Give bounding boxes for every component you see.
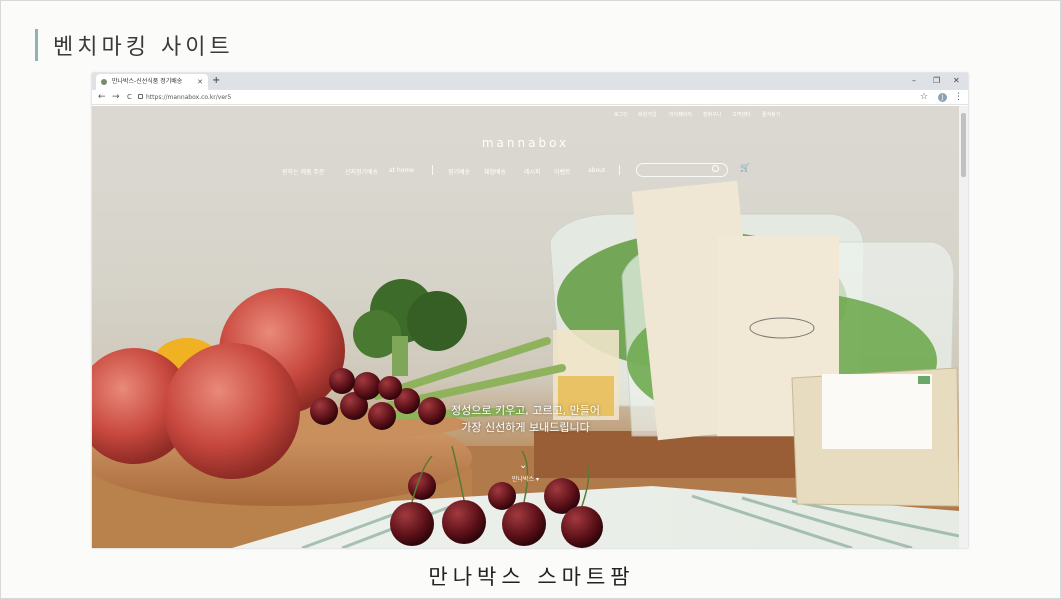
- favicon-icon: [101, 79, 107, 85]
- menu-farm-delivery[interactable]: 산지정기배송: [345, 167, 378, 176]
- title-accent-bar: [35, 29, 38, 61]
- hero-line-2: 가장 신선하게 보내드립니다: [461, 421, 590, 434]
- hero-scroll-label[interactable]: 만나박스 ▾: [92, 474, 959, 483]
- menu-order[interactable]: 원하는 제품 주문: [282, 167, 324, 176]
- util-link-support[interactable]: 고객센터: [732, 111, 750, 118]
- address-toolbar: ← → C https://mannabox.co.kr/ver5 ☆ J ⋮: [92, 90, 968, 105]
- web-page-viewport: 로그인 회원가입 마이페이지 장바구니 고객센터 즐겨찾기 mannabox 원…: [92, 106, 959, 548]
- browser-window: 만나박스-신선식품 정기배송 ✕ + – ❐ ✕ ← → C https://m…: [92, 73, 968, 548]
- presentation-slide: 벤치마킹 사이트 만나박스-신선식품 정기배송 ✕ + – ❐ ✕ ← → C …: [0, 0, 1061, 599]
- tab-title: 만나박스-신선식품 정기배송: [112, 78, 183, 85]
- menu-at-home[interactable]: at home: [389, 167, 414, 174]
- menu-divider: [619, 165, 620, 175]
- scrollbar-thumb[interactable]: [961, 113, 966, 177]
- chevron-down-icon[interactable]: ⌄: [519, 460, 527, 471]
- menu-about[interactable]: about: [588, 167, 605, 174]
- minimize-button[interactable]: –: [912, 73, 916, 89]
- browser-tab[interactable]: 만나박스-신선식품 정기배송 ✕: [96, 74, 208, 90]
- hero-line-1: 정성으로 키우고, 고르고, 만들어: [450, 404, 601, 417]
- profile-avatar[interactable]: J: [938, 93, 947, 102]
- new-tab-button[interactable]: +: [212, 73, 220, 89]
- util-link-bookmark[interactable]: 즐겨찾기: [762, 111, 780, 118]
- site-logo[interactable]: mannabox: [92, 136, 959, 150]
- url-field[interactable]: https://mannabox.co.kr/ver5: [146, 92, 231, 103]
- menu-event[interactable]: 이벤트: [554, 167, 571, 176]
- slide-caption: 만나박스 스마트팜: [428, 565, 635, 589]
- back-button[interactable]: ←: [98, 90, 106, 105]
- menu-kebab-icon[interactable]: ⋮: [954, 90, 963, 105]
- menu-subscription[interactable]: 정기배송: [448, 167, 470, 176]
- lock-icon: [138, 94, 143, 99]
- menu-trial[interactable]: 체험배송: [484, 167, 506, 176]
- util-link-cart[interactable]: 장바구니: [703, 111, 721, 118]
- search-icon[interactable]: [712, 165, 719, 172]
- close-window-button[interactable]: ✕: [953, 73, 960, 89]
- util-link-mypage[interactable]: 마이페이지: [669, 111, 692, 118]
- util-link-login[interactable]: 로그인: [614, 111, 628, 118]
- bookmark-star-icon[interactable]: ☆: [920, 90, 928, 105]
- restore-button[interactable]: ❐: [933, 73, 940, 89]
- tab-close-icon[interactable]: ✕: [197, 74, 203, 90]
- util-link-signup[interactable]: 회원가입: [638, 111, 656, 118]
- forward-button[interactable]: →: [112, 90, 120, 105]
- cart-icon[interactable]: 🛒: [740, 163, 750, 172]
- slide-title: 벤치마킹 사이트: [53, 35, 234, 60]
- tab-strip: 만나박스-신선식품 정기배송 ✕ + – ❐ ✕: [92, 73, 968, 90]
- reload-button[interactable]: C: [127, 90, 132, 105]
- menu-divider: [432, 165, 433, 175]
- menu-recipe[interactable]: 레시피: [524, 167, 541, 176]
